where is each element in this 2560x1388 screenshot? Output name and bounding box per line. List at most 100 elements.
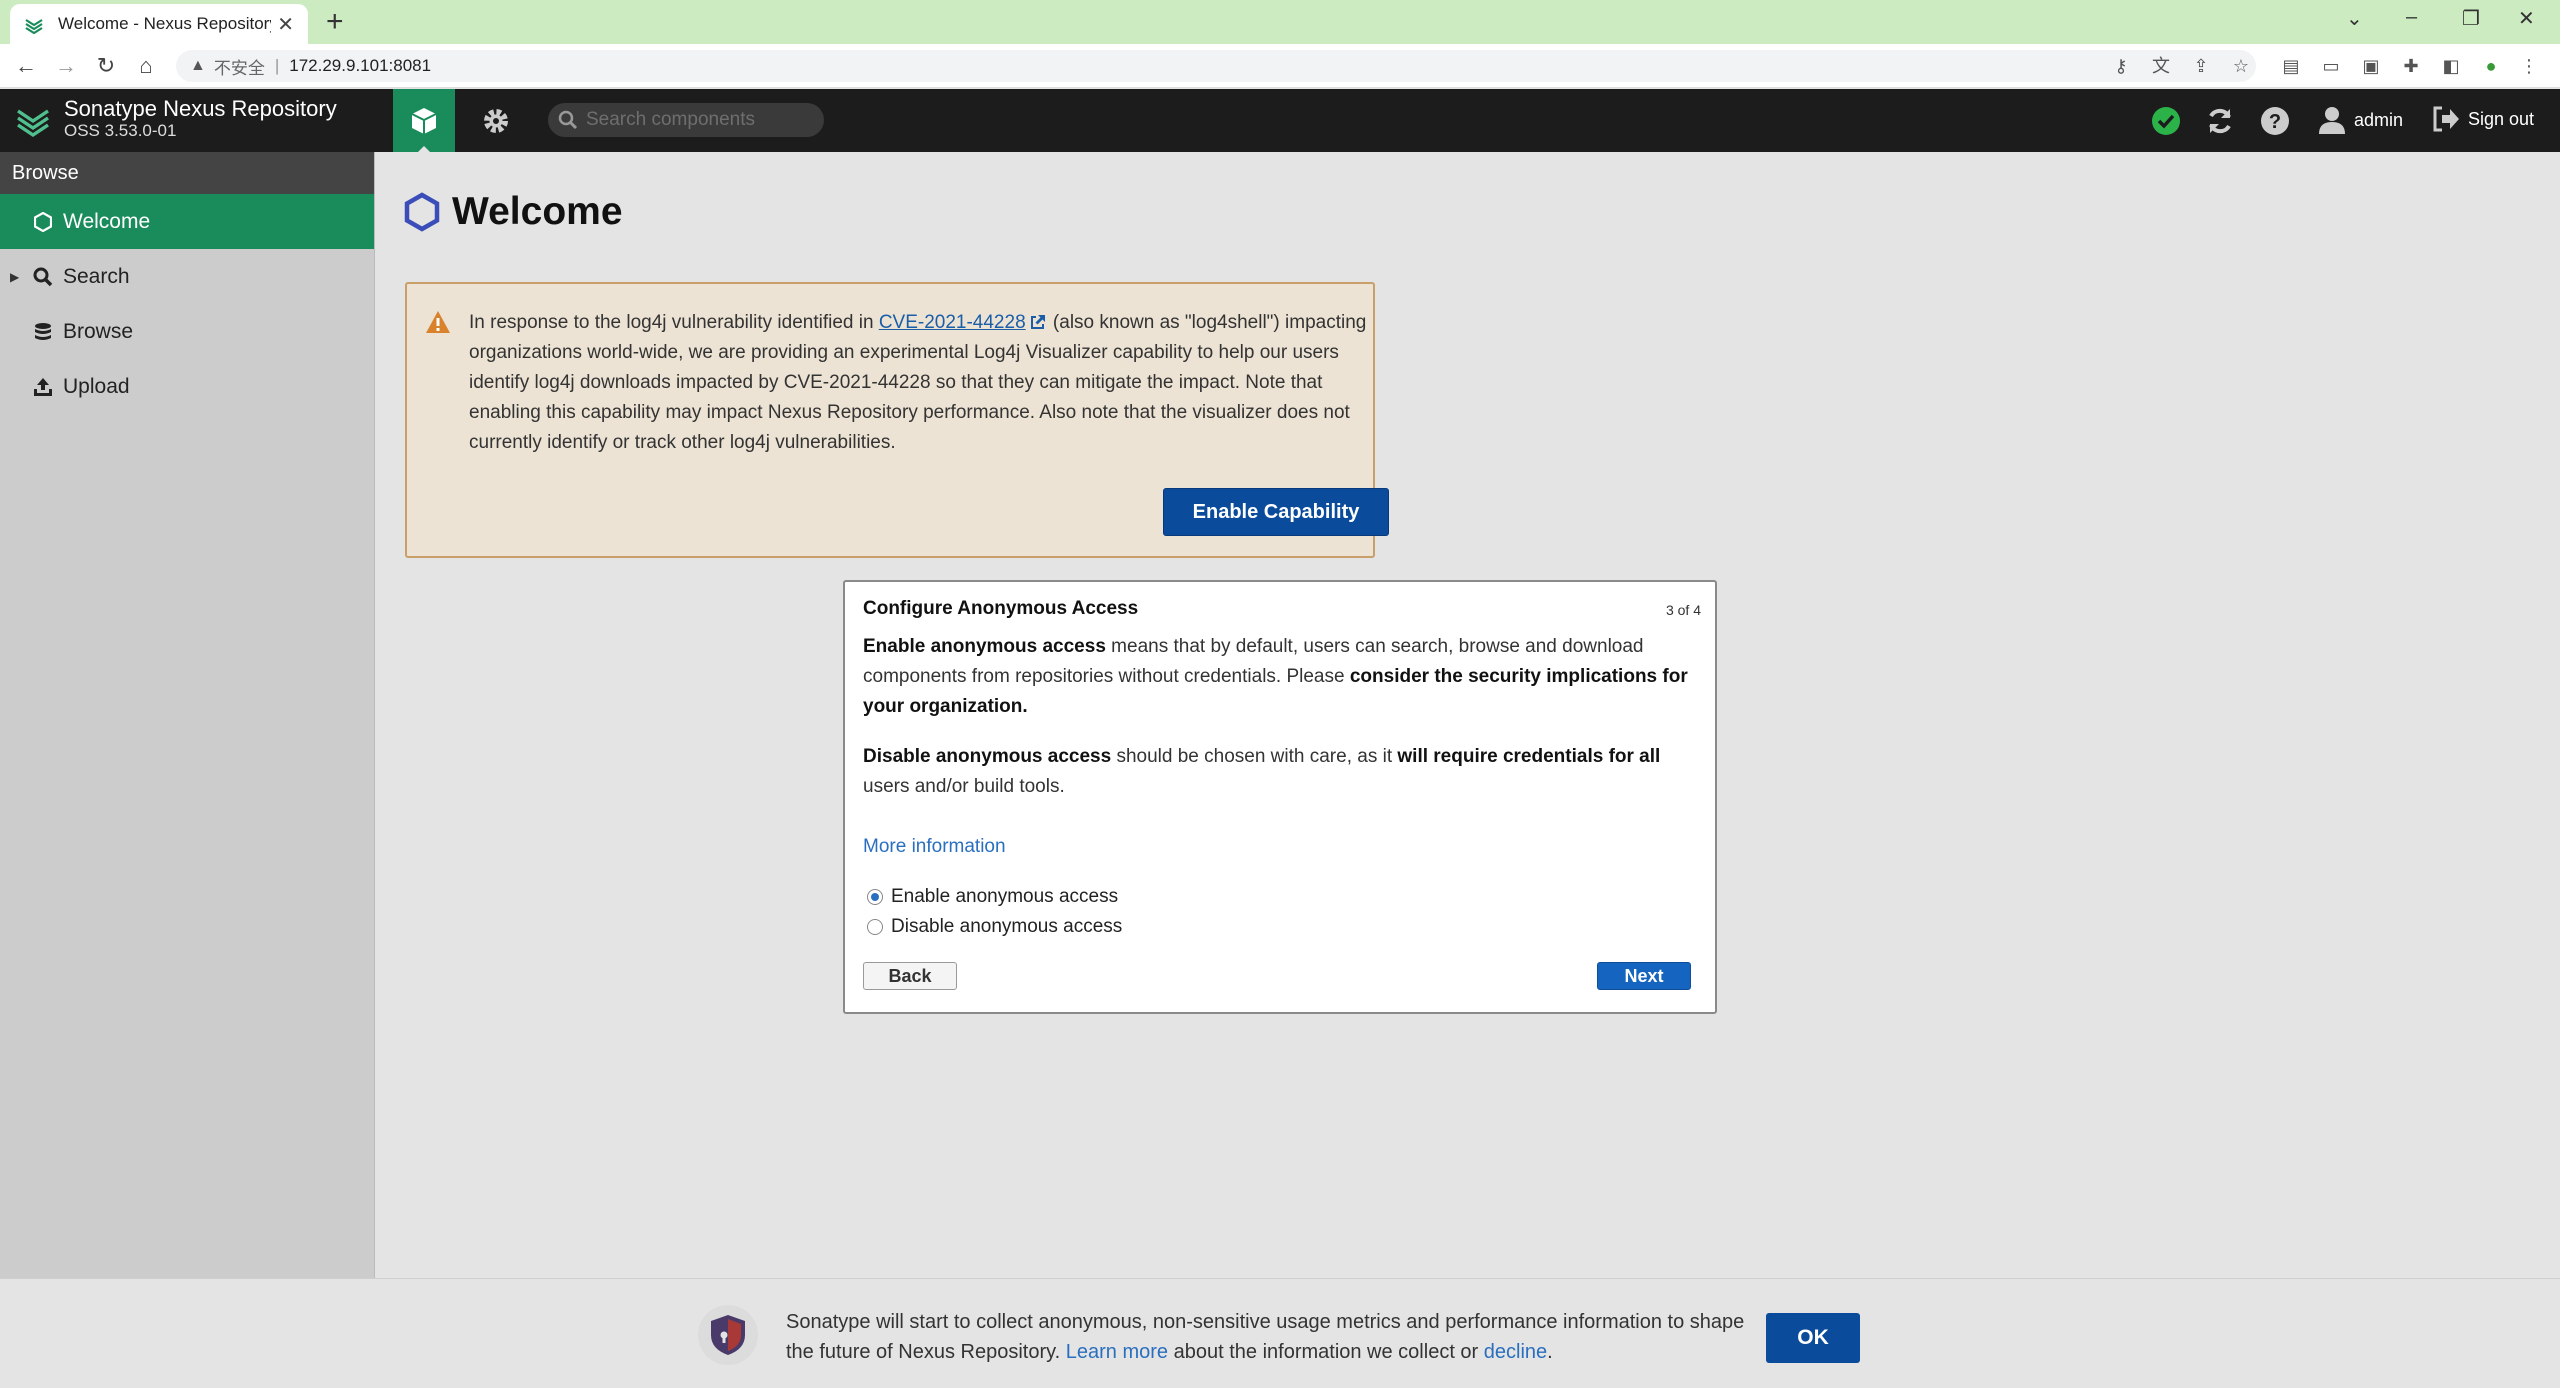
notice-text-start: In response to the log4j vulnerability i… <box>469 312 879 333</box>
disable-description: Disable anonymous access should be chose… <box>863 742 1693 802</box>
help-icon[interactable]: ? <box>2259 105 2291 137</box>
address-bar[interactable]: ▲ 不安全 | 172.29.9.101:8081 <box>176 50 2256 82</box>
dialog-step-indicator: 3 of 4 <box>1665 602 1701 618</box>
learn-more-link[interactable]: Learn more <box>1066 1341 1168 1363</box>
disable-anonymous-radio[interactable] <box>867 919 883 935</box>
sidebar: Browse Welcome ▶ Search Browse Upload <box>0 152 375 1278</box>
metrics-text-end: . <box>1547 1341 1553 1363</box>
decline-link[interactable]: decline <box>1484 1341 1547 1363</box>
extension-calendar-icon[interactable]: ▤ <box>2278 53 2304 79</box>
hexagon-icon <box>32 211 54 233</box>
gear-icon <box>484 108 508 133</box>
privacy-shield-icon <box>698 1305 758 1365</box>
metrics-text: Sonatype will start to collect anonymous… <box>786 1307 1746 1367</box>
browser-tab[interactable]: Welcome - Nexus Repository ✕ <box>10 4 308 44</box>
log4j-notice: In response to the log4j vulnerability i… <box>405 282 1389 558</box>
external-link-icon <box>1030 315 1045 329</box>
browser-tab-bar: Welcome - Nexus Repository ✕ + ⌄ – ❐ ✕ <box>0 0 2560 44</box>
address-url[interactable]: 172.29.9.101:8081 <box>289 56 431 76</box>
dialog-title: Configure Anonymous Access <box>863 598 1139 619</box>
disable-term: Disable anonymous access <box>863 746 1112 767</box>
app-header: Sonatype Nexus Repository OSS 3.53.0-01 … <box>0 89 2560 152</box>
browse-mode-button[interactable] <box>393 89 455 152</box>
address-toolbar: ← → ↻ ⌂ ▲ 不安全 | 172.29.9.101:8081 ⚷ 文 ⇪ … <box>0 44 2560 88</box>
more-information-link[interactable]: More information <box>863 836 1006 858</box>
tab-title: Welcome - Nexus Repository <box>58 14 272 33</box>
extension-screenshot-icon[interactable]: ▣ <box>2358 53 2384 79</box>
brand: Sonatype Nexus Repository OSS 3.53.0-01 <box>14 97 337 141</box>
tab-search-icon[interactable]: ⌄ <box>2346 6 2363 31</box>
credentials-warning: will require credentials for all <box>1397 746 1661 767</box>
metrics-banner: Sonatype will start to collect anonymous… <box>0 1278 2560 1388</box>
expand-arrow-icon[interactable]: ▶ <box>10 270 19 284</box>
page-title: Welcome <box>452 190 623 233</box>
side-panel-icon[interactable]: ◧ <box>2438 53 2464 79</box>
component-search[interactable] <box>548 103 824 137</box>
username: admin <box>2354 109 2404 130</box>
tab-close-icon[interactable]: ✕ <box>277 12 294 37</box>
browser-menu-icon[interactable]: ⋮ <box>2516 53 2542 79</box>
sign-out-label: Sign out <box>2468 108 2535 129</box>
app-version: OSS 3.53.0-01 <box>64 121 177 140</box>
next-button[interactable]: Next <box>1597 962 1691 990</box>
share-icon[interactable]: ⇪ <box>2188 53 2214 79</box>
sidebar-item-search[interactable]: ▶ Search <box>0 249 374 304</box>
sonatype-logo-icon <box>17 109 49 138</box>
translate-icon[interactable]: 文 <box>2148 53 2174 79</box>
reload-icon[interactable]: ↻ <box>92 52 120 80</box>
notice-text: In response to the log4j vulnerability i… <box>469 308 1369 458</box>
minimize-icon[interactable]: – <box>2406 6 2417 29</box>
sidebar-item-label: Upload <box>63 374 130 398</box>
extension-reader-icon[interactable]: ▭ <box>2318 53 2344 79</box>
insecure-label: 不安全 <box>213 58 265 78</box>
disable-anonymous-option[interactable]: Disable anonymous access <box>867 916 1122 938</box>
back-button[interactable]: Back <box>863 962 957 990</box>
extensions-puzzle-icon[interactable]: ✚ <box>2398 53 2424 79</box>
metrics-text-middle: about the information we collect or <box>1168 1341 1484 1363</box>
enable-anonymous-radio[interactable] <box>867 889 883 905</box>
sign-out-button[interactable]: Sign out <box>2432 105 2534 133</box>
user-menu[interactable]: admin <box>2318 105 2403 135</box>
notice-text-end: (also known as "log4shell") impacting or… <box>469 312 1367 453</box>
key-icon[interactable]: ⚷ <box>2108 53 2134 79</box>
bookmark-star-icon[interactable]: ☆ <box>2228 53 2254 79</box>
app-name: Sonatype Nexus Repository <box>64 96 337 121</box>
home-icon[interactable]: ⌂ <box>132 52 160 80</box>
upload-icon <box>32 376 54 398</box>
sidebar-item-label: Search <box>63 264 130 288</box>
address-separator: | <box>274 56 280 75</box>
enable-anonymous-label: Enable anonymous access <box>891 886 1119 907</box>
profile-avatar-icon[interactable]: ● <box>2478 53 2504 79</box>
sidebar-item-browse[interactable]: Browse <box>0 304 374 359</box>
anonymous-access-dialog: Configure Anonymous Access 3 of 4 Enable… <box>843 580 1717 1014</box>
admin-mode-button[interactable] <box>466 89 526 152</box>
close-window-icon[interactable]: ✕ <box>2518 6 2535 31</box>
metrics-ok-button[interactable]: OK <box>1766 1313 1860 1363</box>
system-status-icon[interactable] <box>2150 105 2182 137</box>
cube-icon <box>411 107 437 134</box>
restore-icon[interactable]: ❐ <box>2462 6 2480 31</box>
user-icon <box>2319 107 2345 134</box>
hexagon-icon <box>404 192 440 232</box>
new-tab-icon[interactable]: + <box>326 4 344 40</box>
disable-text-end: users and/or build tools. <box>863 776 1065 797</box>
database-icon <box>32 321 54 343</box>
refresh-icon[interactable] <box>2204 105 2236 137</box>
svg-text:?: ? <box>2269 111 2281 133</box>
search-input[interactable] <box>586 109 806 131</box>
forward-icon[interactable]: → <box>52 52 80 80</box>
warning-icon <box>426 311 450 333</box>
main-content: Welcome In response to the log4j vulnera… <box>376 152 2560 1278</box>
sidebar-item-welcome[interactable]: Welcome <box>0 194 374 249</box>
back-icon[interactable]: ← <box>12 52 40 80</box>
nexus-favicon-icon <box>25 19 43 34</box>
enable-capability-button[interactable]: Enable Capability <box>1163 488 1389 536</box>
enable-description: Enable anonymous access means that by de… <box>863 632 1693 722</box>
sidebar-item-label: Browse <box>63 319 134 343</box>
search-icon <box>32 266 54 288</box>
cve-link[interactable]: CVE-2021-44228 <box>879 312 1026 333</box>
sidebar-title: Browse <box>0 152 374 194</box>
warning-icon[interactable]: ▲ <box>190 57 206 75</box>
enable-anonymous-option[interactable]: Enable anonymous access <box>867 886 1118 908</box>
sidebar-item-upload[interactable]: Upload <box>0 359 374 414</box>
